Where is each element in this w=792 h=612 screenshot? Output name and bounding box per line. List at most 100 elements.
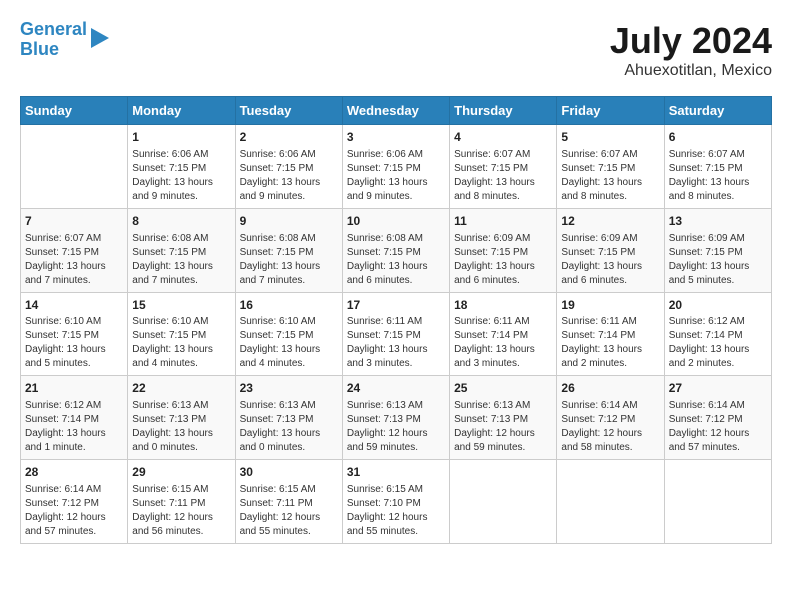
day-number: 18	[454, 297, 552, 314]
calendar-cell: 19Sunrise: 6:11 AM Sunset: 7:14 PM Dayli…	[557, 292, 664, 376]
calendar-cell: 30 Sunrise: 6:15 AM Sunset: 7:11 PM Dayli…	[235, 460, 342, 544]
calendar-cell: 31 Sunrise: 6:15 AM Sunset: 7:10 PM Dayli…	[342, 460, 449, 544]
month-title: July 2024	[610, 20, 772, 62]
calendar-cell: 15Sunrise: 6:10 AM Sunset: 7:15 PM Dayli…	[128, 292, 235, 376]
cell-content: Sunrise: 6:13 AM Sunset: 7:13 PM Dayligh…	[240, 399, 338, 455]
cell-content: Sunrise: 6:12 AM Sunset: 7:14 PM Dayligh…	[25, 399, 123, 455]
weekday-header-tuesday: Tuesday	[235, 97, 342, 125]
location-title: Ahuexotitlan, Mexico	[610, 62, 772, 80]
day-number: 4	[454, 129, 552, 146]
day-number: 7	[25, 213, 123, 230]
logo-arrow-icon	[91, 28, 109, 48]
cell-content: Sunrise: 6:13 AM Sunset: 7:13 PM Dayligh…	[132, 399, 230, 455]
calendar-cell	[21, 125, 128, 209]
cell-content: Sunrise: 6:10 AM Sunset: 7:15 PM Dayligh…	[240, 315, 338, 371]
day-number: 6	[669, 129, 767, 146]
day-number: 29	[132, 464, 230, 481]
day-number: 25	[454, 380, 552, 397]
calendar-cell: 13 Sunrise: 6:09 AM Sunset: 7:15 PM Dayli…	[664, 208, 771, 292]
calendar-cell: 12 Sunrise: 6:09 AM Sunset: 7:15 PM Dayli…	[557, 208, 664, 292]
title-block: July 2024 Ahuexotitlan, Mexico	[610, 20, 772, 80]
calendar-cell	[557, 460, 664, 544]
day-number: 16	[240, 297, 338, 314]
calendar-cell: 1 Sunrise: 6:06 AM Sunset: 7:15 PM Daylig…	[128, 125, 235, 209]
day-number: 23	[240, 380, 338, 397]
weekday-header-friday: Friday	[557, 97, 664, 125]
day-number: 14	[25, 297, 123, 314]
cell-content: Sunrise: 6:14 AM Sunset: 7:12 PM Dayligh…	[669, 399, 767, 455]
day-number: 17	[347, 297, 445, 314]
day-number: 9	[240, 213, 338, 230]
day-number: 10	[347, 213, 445, 230]
day-number: 30	[240, 464, 338, 481]
cell-content: Sunrise: 6:09 AM Sunset: 7:15 PM Dayligh…	[454, 232, 552, 288]
cell-content: Sunrise: 6:12 AM Sunset: 7:14 PM Dayligh…	[669, 315, 767, 371]
calendar-cell: 3 Sunrise: 6:06 AM Sunset: 7:15 PM Daylig…	[342, 125, 449, 209]
day-number: 15	[132, 297, 230, 314]
calendar-cell: 7 Sunrise: 6:07 AM Sunset: 7:15 PM Daylig…	[21, 208, 128, 292]
cell-content: Sunrise: 6:13 AM Sunset: 7:13 PM Dayligh…	[454, 399, 552, 455]
calendar-cell: 4 Sunrise: 6:07 AM Sunset: 7:15 PM Daylig…	[450, 125, 557, 209]
cell-content: Sunrise: 6:07 AM Sunset: 7:15 PM Dayligh…	[561, 148, 659, 204]
calendar-cell: 2 Sunrise: 6:06 AM Sunset: 7:15 PM Daylig…	[235, 125, 342, 209]
cell-content: Sunrise: 6:14 AM Sunset: 7:12 PM Dayligh…	[561, 399, 659, 455]
calendar-cell: 5 Sunrise: 6:07 AM Sunset: 7:15 PM Daylig…	[557, 125, 664, 209]
cell-content: Sunrise: 6:06 AM Sunset: 7:15 PM Dayligh…	[132, 148, 230, 204]
weekday-header-sunday: Sunday	[21, 97, 128, 125]
cell-content: Sunrise: 6:06 AM Sunset: 7:15 PM Dayligh…	[347, 148, 445, 204]
cell-content: Sunrise: 6:10 AM Sunset: 7:15 PM Dayligh…	[25, 315, 123, 371]
logo: GeneralBlue	[20, 20, 109, 60]
day-number: 26	[561, 380, 659, 397]
day-number: 12	[561, 213, 659, 230]
calendar-cell: 21 Sunrise: 6:12 AM Sunset: 7:14 PM Dayli…	[21, 376, 128, 460]
day-number: 8	[132, 213, 230, 230]
calendar-cell: 23 Sunrise: 6:13 AM Sunset: 7:13 PM Dayli…	[235, 376, 342, 460]
weekday-header-thursday: Thursday	[450, 97, 557, 125]
cell-content: Sunrise: 6:07 AM Sunset: 7:15 PM Dayligh…	[25, 232, 123, 288]
day-number: 19	[561, 297, 659, 314]
weekday-header-monday: Monday	[128, 97, 235, 125]
cell-content: Sunrise: 6:10 AM Sunset: 7:15 PM Dayligh…	[132, 315, 230, 371]
calendar-cell	[450, 460, 557, 544]
cell-content: Sunrise: 6:11 AM Sunset: 7:15 PM Dayligh…	[347, 315, 445, 371]
calendar-cell: 24 Sunrise: 6:13 AM Sunset: 7:13 PM Dayli…	[342, 376, 449, 460]
calendar-cell: 9 Sunrise: 6:08 AM Sunset: 7:15 PM Daylig…	[235, 208, 342, 292]
day-number: 2	[240, 129, 338, 146]
cell-content: Sunrise: 6:11 AM Sunset: 7:14 PM Dayligh…	[454, 315, 552, 371]
calendar-cell: 6 Sunrise: 6:07 AM Sunset: 7:15 PM Daylig…	[664, 125, 771, 209]
day-number: 5	[561, 129, 659, 146]
day-number: 1	[132, 129, 230, 146]
cell-content: Sunrise: 6:15 AM Sunset: 7:11 PM Dayligh…	[240, 483, 338, 539]
cell-content: Sunrise: 6:11 AM Sunset: 7:14 PM Dayligh…	[561, 315, 659, 371]
calendar-cell: 18Sunrise: 6:11 AM Sunset: 7:14 PM Dayli…	[450, 292, 557, 376]
calendar-cell: 28Sunrise: 6:14 AM Sunset: 7:12 PM Dayli…	[21, 460, 128, 544]
calendar-cell: 26 Sunrise: 6:14 AM Sunset: 7:12 PM Dayli…	[557, 376, 664, 460]
cell-content: Sunrise: 6:07 AM Sunset: 7:15 PM Dayligh…	[454, 148, 552, 204]
day-number: 24	[347, 380, 445, 397]
day-number: 27	[669, 380, 767, 397]
cell-content: Sunrise: 6:15 AM Sunset: 7:11 PM Dayligh…	[132, 483, 230, 539]
day-number: 21	[25, 380, 123, 397]
cell-content: Sunrise: 6:09 AM Sunset: 7:15 PM Dayligh…	[669, 232, 767, 288]
cell-content: Sunrise: 6:07 AM Sunset: 7:15 PM Dayligh…	[669, 148, 767, 204]
cell-content: Sunrise: 6:08 AM Sunset: 7:15 PM Dayligh…	[132, 232, 230, 288]
cell-content: Sunrise: 6:13 AM Sunset: 7:13 PM Dayligh…	[347, 399, 445, 455]
day-number: 20	[669, 297, 767, 314]
weekday-header-saturday: Saturday	[664, 97, 771, 125]
calendar-cell: 16Sunrise: 6:10 AM Sunset: 7:15 PM Dayli…	[235, 292, 342, 376]
cell-content: Sunrise: 6:06 AM Sunset: 7:15 PM Dayligh…	[240, 148, 338, 204]
calendar-cell: 10 Sunrise: 6:08 AM Sunset: 7:15 PM Dayli…	[342, 208, 449, 292]
calendar-cell: 17Sunrise: 6:11 AM Sunset: 7:15 PM Dayli…	[342, 292, 449, 376]
day-number: 3	[347, 129, 445, 146]
calendar-cell: 25 Sunrise: 6:13 AM Sunset: 7:13 PM Dayli…	[450, 376, 557, 460]
calendar-cell: 29 Sunrise: 6:15 AM Sunset: 7:11 PM Dayli…	[128, 460, 235, 544]
cell-content: Sunrise: 6:15 AM Sunset: 7:10 PM Dayligh…	[347, 483, 445, 539]
cell-content: Sunrise: 6:08 AM Sunset: 7:15 PM Dayligh…	[347, 232, 445, 288]
cell-content: Sunrise: 6:09 AM Sunset: 7:15 PM Dayligh…	[561, 232, 659, 288]
cell-content: Sunrise: 6:08 AM Sunset: 7:15 PM Dayligh…	[240, 232, 338, 288]
day-number: 31	[347, 464, 445, 481]
calendar-cell: 11Sunrise: 6:09 AM Sunset: 7:15 PM Dayli…	[450, 208, 557, 292]
calendar-cell: 20Sunrise: 6:12 AM Sunset: 7:14 PM Dayli…	[664, 292, 771, 376]
day-number: 13	[669, 213, 767, 230]
calendar-cell: 27 Sunrise: 6:14 AM Sunset: 7:12 PM Dayli…	[664, 376, 771, 460]
